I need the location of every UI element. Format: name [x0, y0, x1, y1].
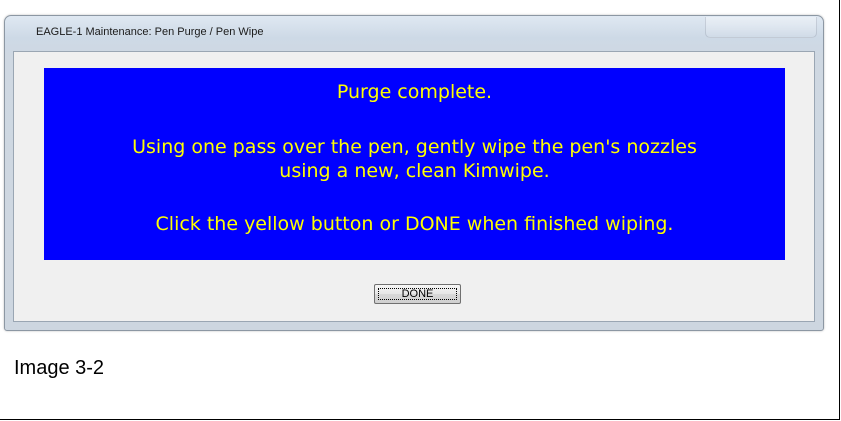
- instruction-line-2: using a new, clean Kimwipe.: [279, 160, 550, 182]
- image-caption: Image 3-2: [14, 357, 105, 379]
- window-title: EAGLE-1 Maintenance: Pen Purge / Pen Wip…: [36, 26, 264, 38]
- done-button[interactable]: DONE: [374, 284, 461, 304]
- instruction-line-1: Using one pass over the pen, gently wipe…: [132, 136, 697, 158]
- window-controls[interactable]: [705, 17, 817, 38]
- done-button-label: DONE: [378, 288, 457, 300]
- title-bar[interactable]: EAGLE-1 Maintenance: Pen Purge / Pen Wip…: [5, 16, 823, 50]
- instruction-line-3: Click the yellow button or DONE when fin…: [155, 213, 674, 235]
- dialog-body: Purge complete. Using one pass over the …: [13, 51, 815, 322]
- maintenance-dialog: EAGLE-1 Maintenance: Pen Purge / Pen Wip…: [4, 15, 824, 331]
- message-panel: Purge complete. Using one pass over the …: [44, 68, 785, 260]
- status-message: Purge complete.: [336, 81, 493, 103]
